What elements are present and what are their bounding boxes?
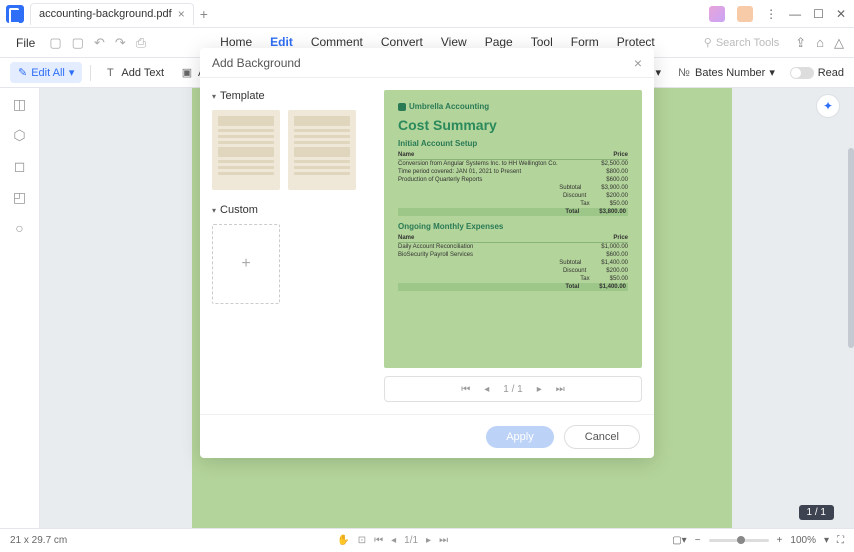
status-bar: 21 x 29.7 cm ✋ ⊡ ⏮ ◂ 1/1 ▸ ⏭ ▢▾ − + 100%… — [0, 528, 854, 552]
edit-all-button[interactable]: ✎ Edit All ▾ — [10, 62, 82, 83]
preview-section2: Ongoing Monthly Expenses — [398, 222, 628, 231]
toggle-switch[interactable] — [790, 67, 814, 79]
zoom-in-icon[interactable]: + — [777, 535, 783, 546]
attachment-icon[interactable]: ◰ — [13, 189, 26, 206]
app-logo — [6, 5, 24, 23]
minimize-icon[interactable]: — — [789, 7, 801, 21]
background-preview: Umbrella Accounting Cost Summary Initial… — [384, 90, 642, 368]
new-tab-icon[interactable]: + — [200, 6, 208, 22]
ai-assist-icon[interactable]: ✦ — [816, 94, 840, 118]
sync-icon[interactable]: △ — [834, 35, 844, 51]
page-indicator: 1 / 1 — [799, 505, 834, 520]
dialog-footer: Apply Cancel — [200, 414, 654, 458]
theme-icon[interactable] — [709, 6, 725, 22]
template-option-1[interactable] — [212, 110, 280, 190]
bates-icon: № — [677, 66, 691, 80]
maximize-icon[interactable]: ☐ — [813, 7, 824, 21]
save-icon[interactable]: ▢ — [49, 35, 61, 51]
search-tools[interactable]: ⚲ Search Tools — [704, 36, 779, 49]
pager-last-icon[interactable]: ⏭ — [556, 384, 565, 395]
pager-next-icon[interactable]: ▸ — [537, 384, 542, 395]
print-icon[interactable]: ⎙ — [136, 35, 146, 51]
image-icon: ▣ — [180, 66, 194, 80]
template-section-label[interactable]: Template — [212, 90, 360, 102]
tab-filename: accounting-background.pdf — [39, 8, 172, 20]
bookmark-icon[interactable]: ⬡ — [13, 127, 25, 144]
titlebar: accounting-background.pdf × + ⋮ — ☐ ✕ — [0, 0, 854, 28]
nav-first-icon[interactable]: ⏮ — [374, 535, 383, 546]
dialog-sidebar: Template Custom + — [200, 78, 372, 414]
search-icon: ⚲ — [704, 36, 712, 49]
view-mode-icon[interactable]: ▢▾ — [672, 535, 686, 546]
window-controls: ⋮ — ☐ ✕ — [709, 6, 854, 22]
chevron-down-icon: ▾ — [69, 66, 75, 79]
fullscreen-icon[interactable]: ⛶ — [837, 535, 844, 546]
pager-prev-icon[interactable]: ◂ — [484, 384, 489, 395]
custom-section-label[interactable]: Custom — [212, 204, 360, 216]
file-menu[interactable]: File — [10, 36, 41, 50]
template-option-2[interactable] — [288, 110, 356, 190]
add-background-dialog: Add Background × Template Custom + Umbre… — [200, 48, 654, 458]
hand-icon[interactable]: ✋ — [337, 535, 349, 546]
nav-next-icon[interactable]: ▸ — [426, 535, 431, 546]
zoom-out-icon[interactable]: − — [695, 535, 701, 546]
add-custom-button[interactable]: + — [212, 224, 280, 304]
text-icon: T — [103, 66, 117, 80]
preview-section1: Initial Account Setup — [398, 139, 628, 148]
pager-first-icon[interactable]: ⏮ — [461, 384, 470, 395]
nav-prev-icon[interactable]: ◂ — [391, 535, 396, 546]
redo-icon[interactable]: ↷ — [115, 35, 126, 51]
page-nav: ✋ ⊡ ⏮ ◂ 1/1 ▸ ⏭ — [337, 535, 448, 546]
thumbnails-icon[interactable]: ◫ — [13, 96, 26, 113]
zoom-slider[interactable] — [709, 539, 769, 542]
chevron-down-icon: ▾ — [769, 66, 775, 79]
apply-button[interactable]: Apply — [486, 426, 554, 448]
kebab-menu-icon[interactable]: ⋮ — [765, 7, 777, 21]
undo-icon[interactable]: ↶ — [94, 35, 105, 51]
page-number[interactable]: 1/1 — [404, 535, 418, 546]
fit-icon[interactable]: ⊡ — [358, 535, 366, 546]
read-toggle[interactable]: Read — [790, 67, 844, 79]
zoom-level[interactable]: 100% — [790, 535, 816, 546]
nav-last-icon[interactable]: ⏭ — [439, 535, 448, 546]
scrollbar[interactable] — [848, 148, 854, 348]
chevron-down-icon[interactable]: ▾ — [824, 535, 829, 546]
preview-title: Cost Summary — [398, 117, 628, 133]
pencil-icon: ✎ — [18, 66, 27, 79]
folder-icon[interactable]: ▢ — [72, 35, 84, 51]
close-window-icon[interactable]: ✕ — [836, 7, 846, 21]
cloud-icon[interactable]: ⌂ — [816, 35, 824, 51]
document-tab[interactable]: accounting-background.pdf × — [30, 3, 194, 25]
search-side-icon[interactable]: ○ — [15, 220, 23, 236]
cancel-button[interactable]: Cancel — [564, 425, 640, 449]
preview-brand: Umbrella Accounting — [398, 102, 628, 111]
dialog-preview-panel: Umbrella Accounting Cost Summary Initial… — [372, 78, 654, 414]
pager-page: 1 / 1 — [503, 384, 522, 395]
bates-button[interactable]: №Bates Number▾ — [673, 64, 779, 82]
zoom-controls: ▢▾ − + 100% ▾ ⛶ — [672, 535, 844, 546]
preview-pager: ⏮ ◂ 1 / 1 ▸ ⏭ — [384, 376, 642, 402]
menubar-right-icons: ⇪ ⌂ △ — [795, 35, 844, 51]
close-dialog-icon[interactable]: × — [634, 55, 642, 71]
share-icon[interactable]: ⇪ — [795, 35, 806, 51]
left-sidebar: ◫ ⬡ ◻ ◰ ○ — [0, 88, 40, 528]
close-tab-icon[interactable]: × — [178, 7, 185, 21]
add-text-button[interactable]: TAdd Text — [99, 64, 168, 82]
comment-icon[interactable]: ◻ — [14, 158, 26, 175]
notification-icon[interactable] — [737, 6, 753, 22]
chevron-down-icon: ▾ — [656, 66, 662, 79]
page-dimensions: 21 x 29.7 cm — [10, 535, 67, 546]
dialog-header: Add Background × — [200, 48, 654, 78]
quick-actions: ▢ ▢ ↶ ↷ ⎙ — [49, 35, 146, 51]
